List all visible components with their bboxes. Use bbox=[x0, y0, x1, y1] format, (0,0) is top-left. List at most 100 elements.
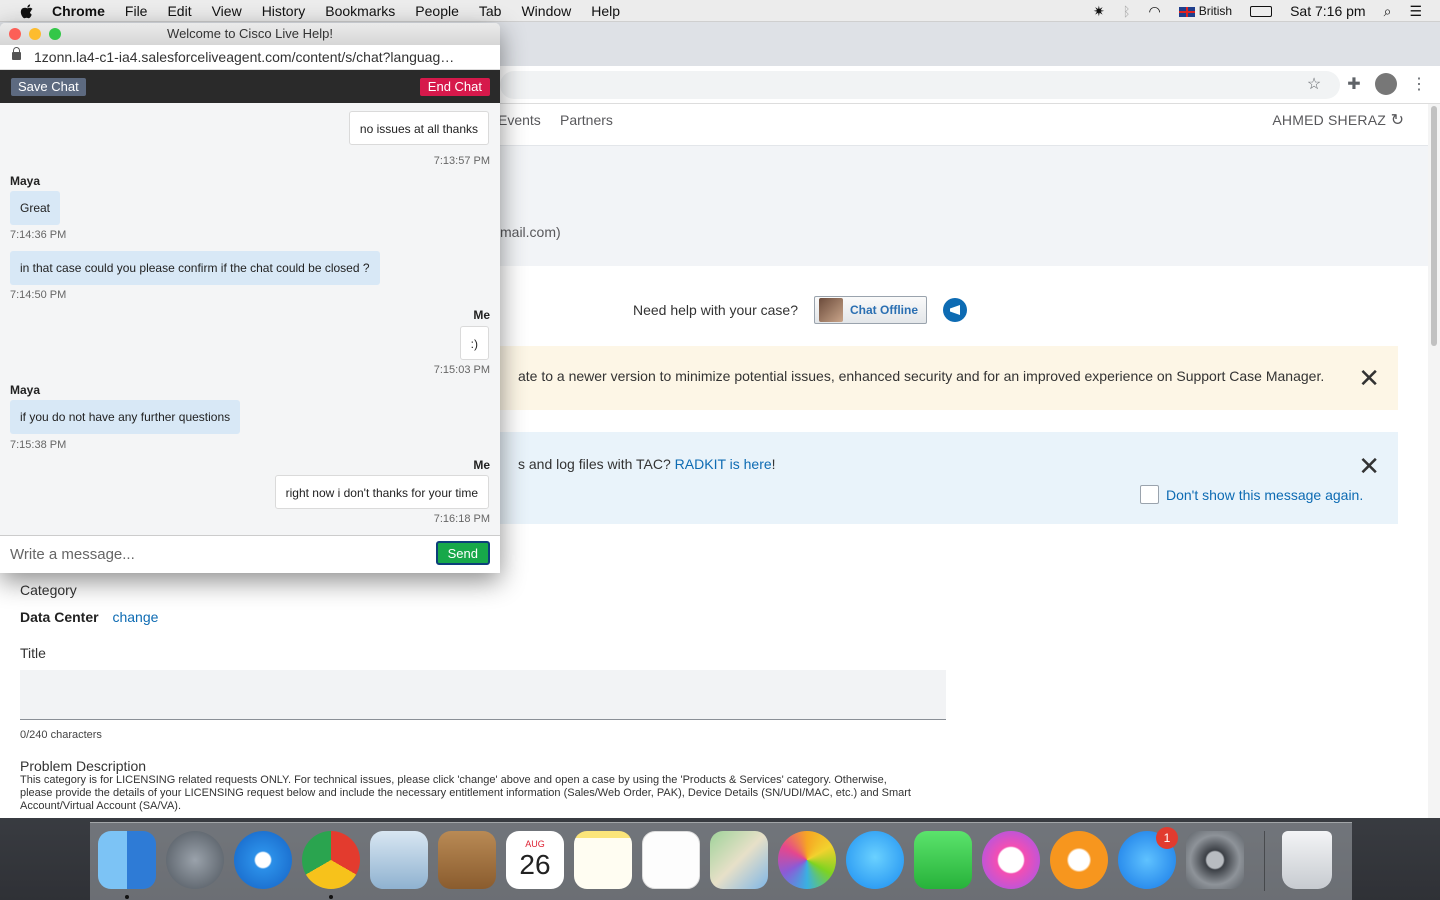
sender-name: Maya bbox=[10, 383, 41, 397]
send-button[interactable]: Send bbox=[435, 541, 490, 565]
help-bar: Need help with your case? Chat Offline bbox=[633, 296, 967, 324]
dont-show-checkbox[interactable]: Don't show this message again. bbox=[1140, 485, 1363, 504]
user-email: mail.com) bbox=[500, 224, 561, 240]
close-radkit-icon[interactable]: ✕ bbox=[1358, 453, 1380, 479]
chat-bubble-me: :) bbox=[459, 326, 489, 360]
calendar-day: 26 bbox=[519, 849, 551, 880]
clock[interactable]: Sat 7:16 pm bbox=[1290, 3, 1366, 19]
nav-events[interactable]: Events bbox=[498, 112, 541, 128]
end-chat-button[interactable]: End Chat bbox=[419, 78, 490, 96]
photos-icon[interactable] bbox=[778, 831, 836, 889]
calendar-icon[interactable]: AUG 26 bbox=[506, 831, 564, 889]
menu-bookmarks[interactable]: Bookmarks bbox=[325, 3, 395, 19]
radkit-link[interactable]: RADKIT is here bbox=[675, 456, 772, 472]
profile-avatar-icon[interactable] bbox=[1375, 73, 1397, 95]
change-category-link[interactable]: change bbox=[112, 609, 158, 625]
browser-warning-banner: ate to a newer version to minimize poten… bbox=[500, 346, 1398, 410]
chat-url-bar[interactable]: 1zonn.la4-c1-ia4.salesforceliveagent.com… bbox=[0, 45, 500, 70]
menu-history[interactable]: History bbox=[262, 3, 306, 19]
mail-icon[interactable] bbox=[370, 831, 428, 889]
message-time: 7:15:03 PM bbox=[433, 364, 490, 376]
browser-menu-icon[interactable]: ⋮ bbox=[1410, 76, 1428, 94]
sender-name: Me bbox=[473, 458, 490, 472]
radkit-banner: s and log files with TAC? RADKIT is here… bbox=[500, 432, 1398, 524]
menu-window[interactable]: Window bbox=[521, 3, 571, 19]
logout-icon[interactable]: ↻ bbox=[1391, 110, 1404, 130]
case-form: Category Data Center change Title 0/240 … bbox=[20, 582, 946, 813]
warning-text: ate to a newer version to minimize poten… bbox=[518, 368, 1325, 384]
messages-icon[interactable] bbox=[846, 831, 904, 889]
notification-center-icon[interactable]: ☰ bbox=[1409, 3, 1422, 20]
maps-icon[interactable] bbox=[710, 831, 768, 889]
address-bar[interactable] bbox=[500, 71, 1340, 99]
contacts-icon[interactable] bbox=[438, 831, 496, 889]
bluetooth-icon[interactable]: ᛒ bbox=[1123, 4, 1131, 19]
wifi-icon[interactable]: ◠ bbox=[1149, 3, 1161, 20]
spotlight-search-icon[interactable]: ⌕ bbox=[1384, 3, 1392, 20]
message-input[interactable]: Write a message... bbox=[10, 546, 135, 563]
dont-show-label[interactable]: Don't show this message again. bbox=[1166, 487, 1363, 503]
message-time: 7:14:36 PM bbox=[10, 229, 67, 241]
battery-icon[interactable] bbox=[1250, 5, 1273, 17]
finder-icon[interactable] bbox=[98, 831, 156, 889]
chat-offline-button[interactable]: Chat Offline bbox=[814, 296, 927, 324]
close-window-button[interactable] bbox=[9, 28, 21, 40]
nav-partners[interactable]: Partners bbox=[560, 112, 613, 128]
save-chat-button[interactable]: Save Chat bbox=[11, 78, 86, 96]
menu-tab[interactable]: Tab bbox=[479, 3, 502, 19]
menu-app-name[interactable]: Chrome bbox=[52, 3, 105, 19]
chat-bubble-agent: in that case could you please confirm if… bbox=[10, 251, 380, 285]
menu-help[interactable]: Help bbox=[591, 3, 620, 19]
reminders-icon[interactable] bbox=[642, 831, 700, 889]
chat-titlebar: Welcome to Cisco Live Help! bbox=[0, 23, 500, 45]
title-input[interactable] bbox=[20, 670, 946, 720]
menu-edit[interactable]: Edit bbox=[167, 3, 191, 19]
message-time: 7:16:18 PM bbox=[433, 513, 490, 525]
running-indicator bbox=[329, 895, 333, 899]
dock-divider bbox=[1264, 831, 1265, 891]
system-preferences-icon[interactable] bbox=[1186, 831, 1244, 889]
chat-messages[interactable]: no issues at all thanks 7:13:57 PM Maya … bbox=[0, 103, 500, 535]
menu-view[interactable]: View bbox=[212, 3, 242, 19]
chat-window-title: Welcome to Cisco Live Help! bbox=[167, 26, 333, 41]
title-label: Title bbox=[20, 645, 46, 661]
bookmark-star-icon[interactable]: ☆ bbox=[1305, 76, 1323, 94]
checkbox-box[interactable] bbox=[1140, 485, 1159, 504]
facetime-icon[interactable] bbox=[914, 831, 972, 889]
category-value: Data Center bbox=[20, 609, 99, 625]
notes-icon[interactable] bbox=[574, 831, 632, 889]
menu-people[interactable]: People bbox=[415, 3, 459, 19]
chat-bubble-me: right now i don't thanks for your time bbox=[274, 475, 489, 509]
page-scrollbar[interactable] bbox=[1428, 104, 1440, 818]
menu-file[interactable]: File bbox=[125, 3, 148, 19]
char-count: 0/240 characters bbox=[20, 729, 102, 741]
message-time: 7:15:38 PM bbox=[10, 439, 67, 451]
safari-icon[interactable] bbox=[234, 831, 292, 889]
minimize-window-button[interactable] bbox=[29, 28, 41, 40]
ibooks-icon[interactable] bbox=[1050, 831, 1108, 889]
chat-window: Welcome to Cisco Live Help! 1zonn.la4-c1… bbox=[0, 23, 500, 573]
window-controls bbox=[9, 28, 69, 40]
chat-actions-bar: Save Chat End Chat bbox=[0, 70, 500, 103]
close-warning-icon[interactable]: ✕ bbox=[1358, 365, 1380, 391]
zoom-window-button[interactable] bbox=[49, 28, 61, 40]
problem-description-text: This category is for LICENSING related r… bbox=[20, 774, 911, 812]
extensions-icon[interactable]: ✚ bbox=[1345, 76, 1363, 94]
launchpad-icon[interactable] bbox=[166, 831, 224, 889]
problem-description-label: Problem Description bbox=[20, 758, 147, 774]
user-name[interactable]: AHMED SHERAZ bbox=[1272, 112, 1386, 128]
scrollbar-thumb[interactable] bbox=[1431, 106, 1437, 346]
dock: AUG 26 1 bbox=[90, 822, 1352, 900]
trash-icon[interactable] bbox=[1282, 831, 1332, 889]
apple-logo-icon[interactable] bbox=[20, 3, 36, 19]
input-source[interactable]: British bbox=[1178, 4, 1232, 18]
help-question: Need help with your case? bbox=[633, 302, 798, 318]
announcement-icon[interactable] bbox=[943, 298, 967, 322]
chrome-icon[interactable] bbox=[302, 831, 360, 889]
itunes-icon[interactable] bbox=[982, 831, 1040, 889]
chat-bubble-me: no issues at all thanks bbox=[348, 111, 489, 145]
running-indicator bbox=[125, 895, 129, 899]
message-time: 7:13:57 PM bbox=[433, 155, 490, 167]
status-app-icon[interactable]: ✷ bbox=[1093, 3, 1105, 20]
sender-name: Me bbox=[473, 308, 490, 322]
